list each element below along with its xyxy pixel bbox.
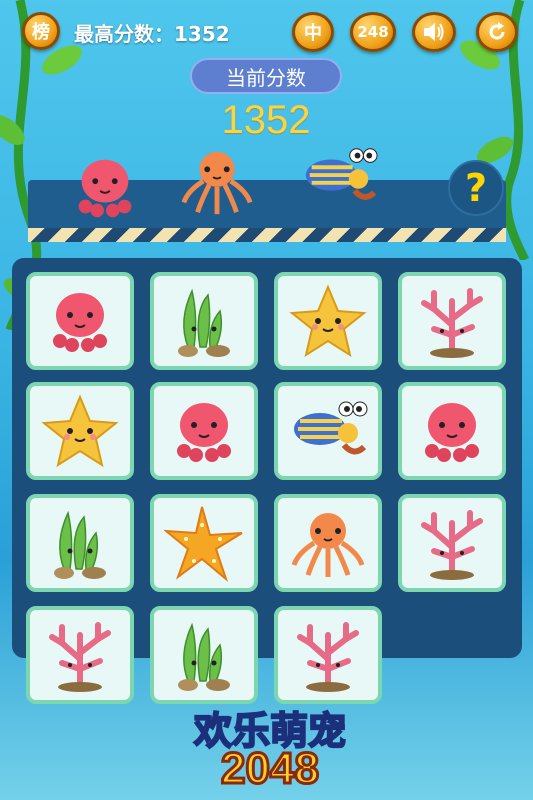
leaderboard-label: 榜 [32, 22, 50, 43]
board-tile [398, 382, 506, 480]
help-button[interactable]: ? [448, 160, 504, 216]
preview-item [300, 138, 378, 220]
coral-pink-icon [297, 622, 359, 692]
mode-label: 248 [357, 23, 389, 41]
coral-pink-icon [421, 510, 483, 580]
board-tile [26, 606, 134, 704]
board-tile [150, 606, 258, 704]
board-tile [398, 272, 506, 370]
board-tile [150, 382, 258, 480]
board-tile [26, 494, 134, 592]
octopus-orange-icon [291, 513, 365, 577]
best-score-label: 最高分数：1352 [74, 22, 230, 46]
logo-number: 2048 [220, 743, 321, 795]
hermit-crab-icon [294, 401, 368, 455]
board-tile [150, 272, 258, 370]
current-score-value: 1352 [221, 98, 311, 142]
octopus-red-icon [78, 159, 132, 218]
coral-pink-icon [49, 622, 111, 692]
preview-item [66, 148, 144, 230]
seaweed-icon [178, 622, 230, 691]
current-score-label: 当前分数 [190, 58, 342, 94]
octopus-red-icon [425, 403, 479, 462]
seaweed-icon [178, 288, 230, 357]
octopus-orange-icon [181, 151, 253, 215]
speaker-icon [424, 23, 444, 41]
starfish-yellow-icon [289, 284, 367, 358]
mode-button[interactable]: 248 [350, 12, 396, 52]
difficulty-label: 中 [304, 23, 322, 44]
board-tile [274, 382, 382, 480]
restart-button[interactable] [476, 12, 518, 52]
board-tile [26, 272, 134, 370]
board-tile [274, 606, 382, 704]
octopus-red-icon [177, 403, 231, 462]
board-tile [26, 382, 134, 480]
coral-pink-icon [421, 288, 483, 358]
game-logo: 欢乐萌宠 2048 [150, 700, 390, 800]
help-label: ? [464, 166, 488, 210]
leaderboard-button[interactable]: 榜 [22, 12, 60, 50]
board-tile [274, 494, 382, 592]
difficulty-button[interactable]: 中 [292, 12, 334, 52]
game-board [12, 258, 522, 704]
preview-item [178, 142, 256, 224]
sound-button[interactable] [412, 12, 456, 52]
starfish-yellow-icon [41, 394, 119, 468]
hermit-crab-icon [305, 148, 378, 200]
preview-bar-stripe [28, 228, 506, 242]
board-tile [274, 272, 382, 370]
octopus-red-icon [53, 293, 107, 352]
board-tile [150, 494, 258, 592]
board-tile [398, 494, 506, 592]
restart-icon [489, 22, 505, 40]
seaweed-icon [54, 510, 106, 579]
starfish-orange-icon [164, 506, 243, 583]
